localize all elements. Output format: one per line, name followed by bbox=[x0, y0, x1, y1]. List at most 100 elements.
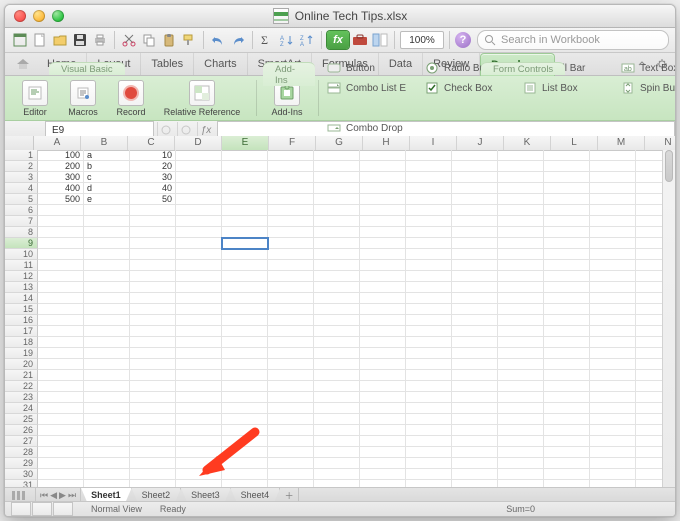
cell-I13[interactable] bbox=[406, 282, 452, 293]
cell-H29[interactable] bbox=[360, 458, 406, 469]
cell-F15[interactable] bbox=[268, 304, 314, 315]
cell-C4[interactable]: 40 bbox=[130, 183, 176, 194]
cell-A12[interactable] bbox=[38, 271, 84, 282]
cell-F27[interactable] bbox=[268, 436, 314, 447]
cell-H4[interactable] bbox=[360, 183, 406, 194]
col-header-J[interactable]: J bbox=[457, 136, 504, 150]
cell-M27[interactable] bbox=[590, 436, 636, 447]
row-header-6[interactable]: 6 bbox=[5, 205, 38, 216]
cell-F26[interactable] bbox=[268, 425, 314, 436]
cell-G6[interactable] bbox=[314, 205, 360, 216]
row-header-12[interactable]: 12 bbox=[5, 271, 38, 282]
col-header-I[interactable]: I bbox=[410, 136, 457, 150]
cell-L27[interactable] bbox=[544, 436, 590, 447]
cell-H2[interactable] bbox=[360, 161, 406, 172]
cell-C20[interactable] bbox=[130, 359, 176, 370]
cell-J29[interactable] bbox=[452, 458, 498, 469]
cell-D13[interactable] bbox=[176, 282, 222, 293]
cell-F20[interactable] bbox=[268, 359, 314, 370]
cell-I4[interactable] bbox=[406, 183, 452, 194]
row-header-20[interactable]: 20 bbox=[5, 359, 38, 370]
cell-G30[interactable] bbox=[314, 469, 360, 480]
cell-K4[interactable] bbox=[498, 183, 544, 194]
cell-J1[interactable] bbox=[452, 150, 498, 161]
cell-I11[interactable] bbox=[406, 260, 452, 271]
cell-L16[interactable] bbox=[544, 315, 590, 326]
formula-builder-button[interactable]: fx bbox=[327, 31, 349, 49]
sheet-tab-1[interactable]: Sheet1 bbox=[81, 488, 132, 502]
cell-B22[interactable] bbox=[84, 381, 130, 392]
cell-C5[interactable]: 50 bbox=[130, 194, 176, 205]
cell-M11[interactable] bbox=[590, 260, 636, 271]
cell-F29[interactable] bbox=[268, 458, 314, 469]
cell-G10[interactable] bbox=[314, 249, 360, 260]
cell-H24[interactable] bbox=[360, 403, 406, 414]
cell-A5[interactable]: 500 bbox=[38, 194, 84, 205]
row-header-17[interactable]: 17 bbox=[5, 326, 38, 337]
cell-I26[interactable] bbox=[406, 425, 452, 436]
cell-A22[interactable] bbox=[38, 381, 84, 392]
cell-F1[interactable] bbox=[268, 150, 314, 161]
cell-K24[interactable] bbox=[498, 403, 544, 414]
cell-G8[interactable] bbox=[314, 227, 360, 238]
cell-L15[interactable] bbox=[544, 304, 590, 315]
cell-M8[interactable] bbox=[590, 227, 636, 238]
sort-asc-icon[interactable]: AZ bbox=[278, 31, 296, 49]
cell-H16[interactable] bbox=[360, 315, 406, 326]
cell-G4[interactable] bbox=[314, 183, 360, 194]
cell-D7[interactable] bbox=[176, 216, 222, 227]
cell-H7[interactable] bbox=[360, 216, 406, 227]
cell-B26[interactable] bbox=[84, 425, 130, 436]
window-minimize-button[interactable] bbox=[33, 10, 45, 22]
cell-A15[interactable] bbox=[38, 304, 84, 315]
cell-F14[interactable] bbox=[268, 293, 314, 304]
toolbox-icon[interactable] bbox=[351, 31, 369, 49]
cell-F19[interactable] bbox=[268, 348, 314, 359]
cell-L26[interactable] bbox=[544, 425, 590, 436]
col-header-F[interactable]: F bbox=[269, 136, 316, 150]
formcontrol-combo-drop[interactable]: Combo Drop bbox=[327, 119, 413, 137]
cell-K28[interactable] bbox=[498, 447, 544, 458]
col-header-H[interactable]: H bbox=[363, 136, 410, 150]
cell-B17[interactable] bbox=[84, 326, 130, 337]
cell-J14[interactable] bbox=[452, 293, 498, 304]
search-input[interactable]: Search in Workbook bbox=[477, 30, 669, 50]
cell-B6[interactable] bbox=[84, 205, 130, 216]
cell-C8[interactable] bbox=[130, 227, 176, 238]
cell-I25[interactable] bbox=[406, 414, 452, 425]
cell-C9[interactable] bbox=[130, 238, 176, 249]
cell-M16[interactable] bbox=[590, 315, 636, 326]
cell-B14[interactable] bbox=[84, 293, 130, 304]
col-header-G[interactable]: G bbox=[316, 136, 363, 150]
copy-icon[interactable] bbox=[140, 31, 158, 49]
cell-E7[interactable] bbox=[222, 216, 268, 227]
cell-I8[interactable] bbox=[406, 227, 452, 238]
cell-B19[interactable] bbox=[84, 348, 130, 359]
col-header-D[interactable]: D bbox=[175, 136, 222, 150]
cell-I12[interactable] bbox=[406, 271, 452, 282]
cell-A29[interactable] bbox=[38, 458, 84, 469]
cell-D6[interactable] bbox=[176, 205, 222, 216]
row-header-16[interactable]: 16 bbox=[5, 315, 38, 326]
cell-G12[interactable] bbox=[314, 271, 360, 282]
undo-icon[interactable] bbox=[209, 31, 227, 49]
row-header-8[interactable]: 8 bbox=[5, 227, 38, 238]
col-header-N[interactable]: N bbox=[645, 136, 676, 150]
cell-J13[interactable] bbox=[452, 282, 498, 293]
cell-C7[interactable] bbox=[130, 216, 176, 227]
cell-J18[interactable] bbox=[452, 337, 498, 348]
row-header-18[interactable]: 18 bbox=[5, 337, 38, 348]
cell-F28[interactable] bbox=[268, 447, 314, 458]
cell-B7[interactable] bbox=[84, 216, 130, 227]
cell-A20[interactable] bbox=[38, 359, 84, 370]
cell-H8[interactable] bbox=[360, 227, 406, 238]
cell-M7[interactable] bbox=[590, 216, 636, 227]
cell-B10[interactable] bbox=[84, 249, 130, 260]
cell-L1[interactable] bbox=[544, 150, 590, 161]
cell-M9[interactable] bbox=[590, 238, 636, 249]
cell-J8[interactable] bbox=[452, 227, 498, 238]
cell-L10[interactable] bbox=[544, 249, 590, 260]
cell-J10[interactable] bbox=[452, 249, 498, 260]
autosum-icon[interactable]: Σ bbox=[258, 31, 276, 49]
cell-I15[interactable] bbox=[406, 304, 452, 315]
